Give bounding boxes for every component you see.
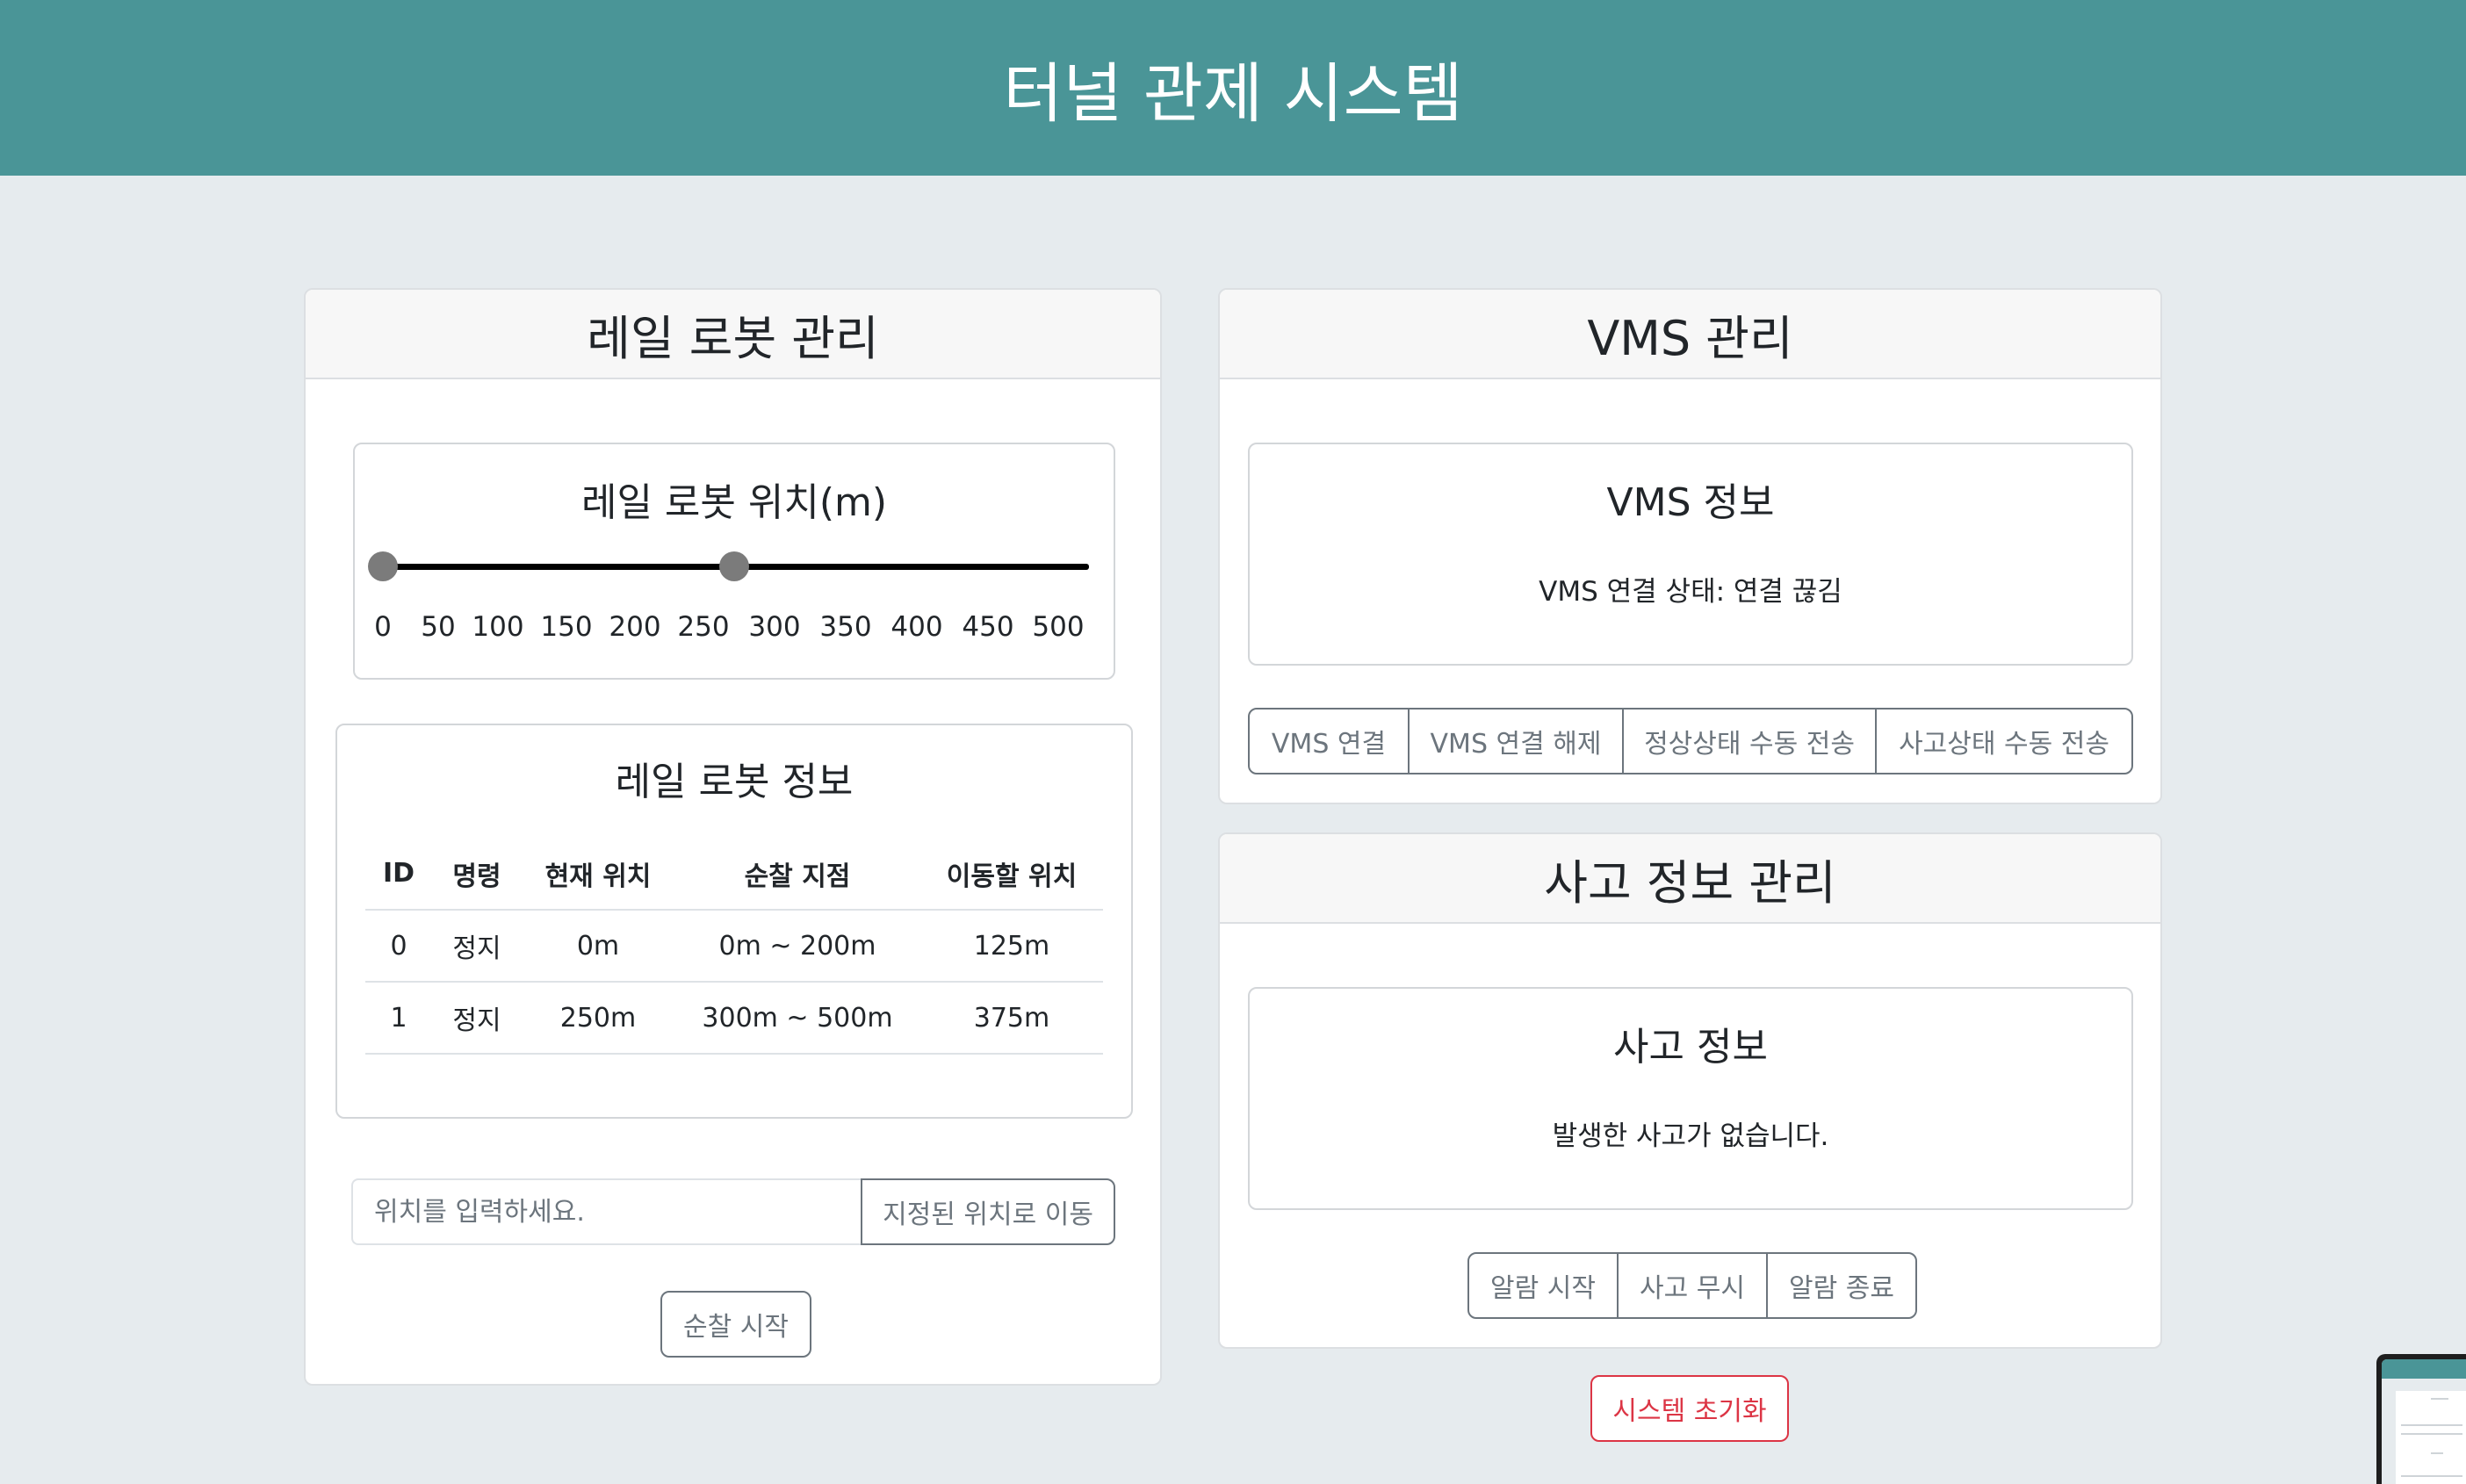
- preview-window-content: [2382, 1359, 2466, 1484]
- tick-label: 400: [890, 611, 943, 643]
- table-cell: 300m ~ 500m: [674, 982, 920, 1055]
- vms-button-group: VMS 연결 VMS 연결 해제 정상상태 수동 전송 사고상태 수동 전송: [1248, 708, 2133, 774]
- column-header-command: 명령: [432, 838, 522, 911]
- tick-label: 0: [374, 611, 392, 643]
- rail-robot-card: 레일 로봇 관리 레일 로봇 위치(m) 0 50 100 150 200 25…: [304, 288, 1162, 1386]
- tick-label: 100: [472, 611, 524, 643]
- vms-card-header: VMS 관리: [1220, 290, 2160, 379]
- preview-card: [2396, 1391, 2466, 1484]
- table-cell: 0m: [522, 910, 674, 983]
- accident-info-panel: 사고 정보 발생한 사고가 없습니다.: [1248, 987, 2133, 1210]
- robot-info-table: ID 명령 현재 위치 순찰 지점 이동할 위치 0 정지 0m 0m ~ 20…: [365, 838, 1103, 1055]
- preview-line: [2401, 1433, 2462, 1435]
- table-row: 0 정지 0m 0m ~ 200m 125m: [365, 910, 1103, 983]
- tick-label: 450: [962, 611, 1014, 643]
- preview-line: [2431, 1452, 2443, 1454]
- robot-0-position-handle[interactable]: [368, 551, 398, 581]
- accident-status: 발생한 사고가 없습니다.: [1552, 1120, 1829, 1152]
- column-header-target-position: 이동할 위치: [920, 838, 1103, 911]
- table-cell: 125m: [920, 910, 1103, 983]
- table-cell: 0m ~ 200m: [674, 910, 920, 983]
- accident-card-header: 사고 정보 관리: [1220, 834, 2160, 924]
- tick-label: 50: [421, 611, 456, 643]
- preview-line: [2431, 1398, 2448, 1400]
- robot-1-position-handle[interactable]: [719, 551, 749, 581]
- tick-label: 250: [677, 611, 730, 643]
- table-cell: 정지: [432, 982, 522, 1055]
- robot-position-title: 레일 로봇 위치(m): [580, 480, 888, 525]
- accident-card: 사고 정보 관리 사고 정보 발생한 사고가 없습니다. 알람 시작 사고 무시…: [1218, 832, 2162, 1349]
- app-header: 터널 관제 시스템: [0, 0, 2466, 176]
- column-header-patrol-range: 순찰 지점: [674, 838, 920, 911]
- accident-info-title: 사고 정보: [1613, 1025, 1768, 1070]
- alarm-start-button[interactable]: 알람 시작: [1467, 1252, 1619, 1319]
- move-to-position-button[interactable]: 지정된 위치로 이동: [861, 1178, 1115, 1245]
- preview-line: [2401, 1424, 2462, 1426]
- column-header-id: ID: [365, 838, 432, 911]
- tick-label: 500: [1032, 611, 1085, 643]
- robot-info-title: 레일 로봇 정보: [615, 760, 854, 804]
- column-header-current-position: 현재 위치: [522, 838, 674, 911]
- table-header-row: ID 명령 현재 위치 순찰 지점 이동할 위치: [365, 838, 1103, 911]
- robot-info-panel: 레일 로봇 정보 ID 명령 현재 위치 순찰 지점 이동할 위치 0 정지 0…: [335, 724, 1133, 1119]
- preview-header-bar: [2382, 1359, 2466, 1379]
- app-title: 터널 관제 시스템: [1003, 55, 1463, 132]
- tick-label: 350: [819, 611, 872, 643]
- robot-position-panel: 레일 로봇 위치(m) 0 50 100 150 200 250 300 350…: [353, 443, 1115, 680]
- send-normal-status-button[interactable]: 정상상태 수동 전송: [1622, 708, 1877, 774]
- table-cell: 1: [365, 982, 432, 1055]
- vms-connection-status: VMS 연결 상태: 연결 끊김: [1539, 576, 1842, 608]
- table-cell: 0: [365, 910, 432, 983]
- vms-card: VMS 관리 VMS 정보 VMS 연결 상태: 연결 끊김 VMS 연결 VM…: [1218, 288, 2162, 804]
- vms-info-panel: VMS 정보 VMS 연결 상태: 연결 끊김: [1248, 443, 2133, 666]
- preview-window-thumbnail[interactable]: [2376, 1354, 2466, 1484]
- tick-label: 200: [609, 611, 661, 643]
- table-cell: 375m: [920, 982, 1103, 1055]
- vms-connect-button[interactable]: VMS 연결: [1248, 708, 1410, 774]
- rail-robot-card-header: 레일 로봇 관리: [306, 290, 1160, 379]
- ignore-accident-button[interactable]: 사고 무시: [1617, 1252, 1768, 1319]
- accident-button-group: 알람 시작 사고 무시 알람 종료: [1467, 1252, 1917, 1319]
- table-row: 1 정지 250m 300m ~ 500m 375m: [365, 982, 1103, 1055]
- send-accident-status-button[interactable]: 사고상태 수동 전송: [1875, 708, 2133, 774]
- alarm-stop-button[interactable]: 알람 종료: [1766, 1252, 1917, 1319]
- preview-line: [2401, 1475, 2462, 1477]
- vms-disconnect-button[interactable]: VMS 연결 해제: [1408, 708, 1624, 774]
- system-reset-button[interactable]: 시스템 초기화: [1590, 1375, 1789, 1442]
- tick-label: 300: [748, 611, 801, 643]
- patrol-start-button[interactable]: 순찰 시작: [660, 1291, 811, 1358]
- vms-info-title: VMS 정보: [1606, 480, 1775, 525]
- tick-label: 150: [540, 611, 593, 643]
- table-cell: 250m: [522, 982, 674, 1055]
- position-input[interactable]: [351, 1178, 861, 1245]
- table-cell: 정지: [432, 910, 522, 983]
